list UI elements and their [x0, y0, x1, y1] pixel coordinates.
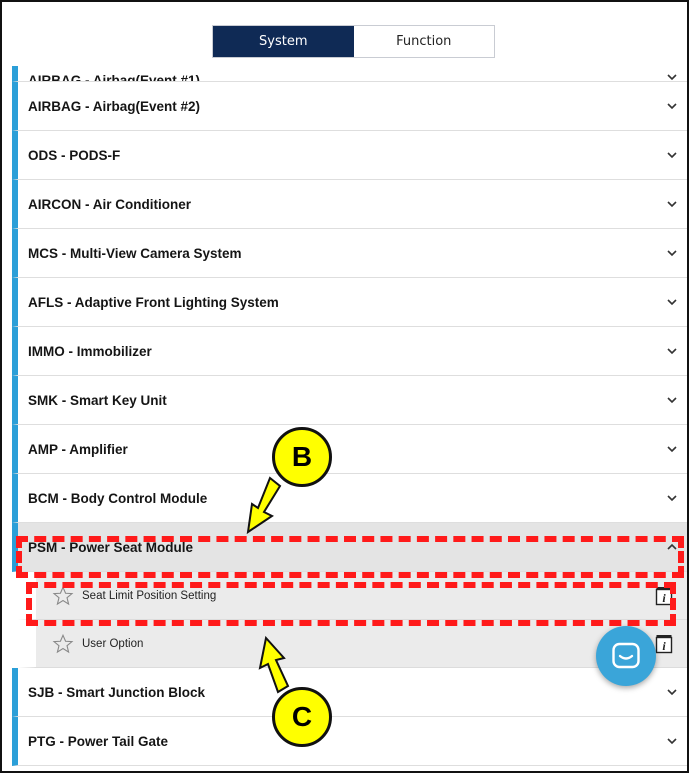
chevron-down-icon — [667, 446, 677, 453]
chat-button[interactable] — [596, 626, 656, 686]
system-row-afls[interactable]: AFLS - Adaptive Front Lighting System — [12, 278, 687, 327]
system-row-label: AIRBAG - Airbag(Event #1) — [28, 73, 201, 82]
system-row-ptg[interactable]: PTG - Power Tail Gate — [12, 717, 687, 766]
chevron-down-icon — [667, 495, 677, 502]
system-row-label: SJB - Smart Junction Block — [28, 684, 206, 700]
chevron-down-icon — [667, 201, 677, 208]
function-item-label: User Option — [82, 637, 144, 650]
system-row-sjb[interactable]: SJB - Smart Junction Block — [12, 668, 687, 717]
callout-b-label: B — [291, 441, 313, 472]
system-row-amp[interactable]: AMP - Amplifier — [12, 425, 687, 474]
system-row-airbag-1[interactable]: AIRBAG - Airbag(Event #1) — [12, 66, 687, 82]
system-row-label: AIRCON - Air Conditioner — [28, 196, 191, 212]
chevron-down-icon — [667, 397, 677, 404]
chat-icon — [612, 642, 640, 669]
system-row-label: AMP - Amplifier — [28, 441, 128, 457]
function-item-user-option[interactable]: User Option i — [18, 620, 687, 668]
system-row-label: BCM - Body Control Module — [28, 490, 208, 506]
system-row-smk[interactable]: SMK - Smart Key Unit — [12, 376, 687, 425]
chevron-down-icon — [667, 299, 677, 306]
system-row-mcs[interactable]: MCS - Multi-View Camera System — [12, 229, 687, 278]
tab-function[interactable]: Function — [353, 26, 494, 57]
chevron-down-icon — [667, 152, 677, 159]
callout-c: C — [272, 687, 332, 747]
system-row-ods[interactable]: ODS - PODS-F — [12, 131, 687, 180]
info-icon[interactable]: i — [655, 634, 673, 654]
star-icon[interactable] — [52, 633, 74, 655]
system-row-label: SMK - Smart Key Unit — [28, 392, 167, 408]
screen-frame: System Function AIRBAG - Airbag(Event #1… — [0, 0, 689, 773]
system-row-label: AFLS - Adaptive Front Lighting System — [28, 294, 279, 310]
system-function-toggle: System Function — [212, 25, 495, 58]
tab-system[interactable]: System — [213, 26, 354, 57]
system-row-label: MCS - Multi-View Camera System — [28, 245, 242, 261]
chevron-down-icon — [667, 74, 677, 81]
callout-c-label: C — [291, 701, 313, 732]
chevron-down-icon — [667, 250, 677, 257]
chevron-down-icon — [667, 689, 677, 696]
chevron-down-icon — [667, 103, 677, 110]
system-row-label: ODS - PODS-F — [28, 147, 121, 163]
system-row-aircon[interactable]: AIRCON - Air Conditioner — [12, 180, 687, 229]
system-list: AIRBAG - Airbag(Event #1) AIRBAG - Airba… — [12, 66, 687, 766]
highlight-box-b — [16, 536, 684, 578]
callout-b: B — [272, 427, 332, 487]
system-row-bcm[interactable]: BCM - Body Control Module — [12, 474, 687, 523]
system-row-label: AIRBAG - Airbag(Event #2) — [28, 98, 201, 114]
system-row-airbag-2[interactable]: AIRBAG - Airbag(Event #2) — [12, 82, 687, 131]
highlight-box-c — [26, 582, 676, 626]
chevron-down-icon — [667, 738, 677, 745]
chevron-down-icon — [667, 348, 677, 355]
system-row-label: PTG - Power Tail Gate — [28, 733, 169, 749]
system-row-label: IMMO - Immobilizer — [28, 343, 152, 359]
system-row-immo[interactable]: IMMO - Immobilizer — [12, 327, 687, 376]
